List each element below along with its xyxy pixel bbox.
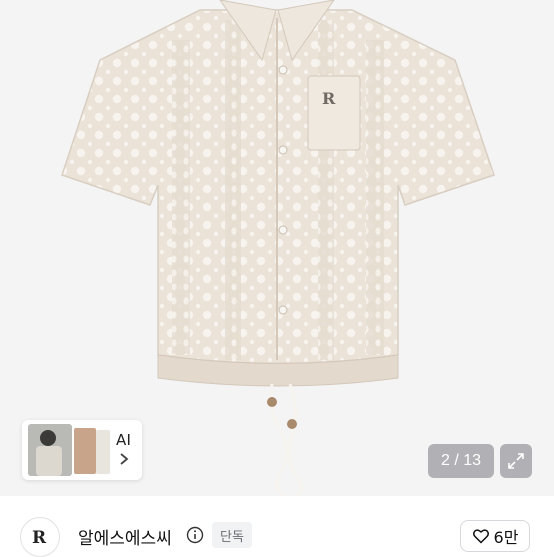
svg-text:R: R [322,89,336,108]
exclusive-badge: 단독 [212,522,252,548]
seller-avatar[interactable]: R [20,517,60,557]
seller-logo-icon: R [32,528,47,548]
image-page-indicator: 2 / 13 [428,444,494,478]
info-icon[interactable] [186,526,204,544]
seller-name[interactable]: 알에스에스씨 [78,524,172,549]
like-button[interactable]: 6만 [460,520,530,552]
expand-image-button[interactable] [500,444,532,478]
related-label[interactable]: AI [116,431,131,449]
related-looks-card[interactable] [22,420,142,480]
related-thumbnails [28,424,110,476]
product-image-gallery[interactable]: R AI 2 / 13 [0,0,554,496]
chevron-right-icon[interactable] [117,452,131,466]
svg-text:R: R [32,528,47,548]
heart-icon [472,529,489,544]
expand-icon [508,453,524,469]
like-count: 6만 [493,528,519,547]
